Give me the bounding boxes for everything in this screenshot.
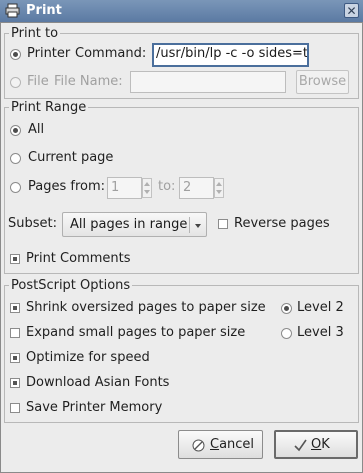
asian-fonts-checkbox[interactable] [10,378,20,388]
print-comments-label: Print Comments [26,251,131,266]
print-range-title: Print Range [9,100,89,115]
to-label: to: [158,179,176,194]
browse-button[interactable]: Browse [296,70,349,94]
print-to-title: Print to [9,26,61,41]
print-comments-checkbox[interactable] [10,254,20,264]
ok-text: OK [311,437,330,452]
level2-radio[interactable] [281,303,292,314]
level3-radio[interactable] [281,328,292,339]
file-radio[interactable] [10,77,21,88]
expand-checkbox[interactable] [10,328,20,338]
pages-from-label: Pages from: [28,179,106,194]
to-page-input[interactable]: 2 [179,177,214,199]
printer-label: Printer [27,46,71,61]
optimize-label: Optimize for speed [26,350,150,365]
reverse-pages-checkbox[interactable] [218,219,228,229]
ok-button[interactable]: OK [274,430,358,459]
subset-value: All pages in range [70,217,188,232]
level3-label: Level 3 [297,325,344,340]
expand-label: Expand small pages to paper size [26,325,246,340]
cancel-icon [192,439,205,452]
from-page-spinner[interactable] [142,178,152,198]
file-name-input[interactable] [130,71,286,93]
subset-separator [189,217,190,233]
shrink-checkbox[interactable] [10,303,20,313]
subset-label: Subset: [8,216,57,231]
save-memory-checkbox[interactable] [10,403,20,413]
file-label: File [27,74,49,89]
command-label: Command: [75,46,147,61]
printer-app-icon [5,3,20,18]
current-page-radio[interactable] [10,153,21,164]
optimize-checkbox[interactable] [10,353,20,363]
title-bar: Print ✕ [0,0,363,23]
save-memory-label: Save Printer Memory [26,400,163,415]
shrink-label: Shrink oversized pages to paper size [26,300,266,315]
all-radio[interactable] [10,125,21,136]
cancel-text: Cancel [210,437,255,452]
window-title: Print [26,3,62,18]
level2-label: Level 2 [297,300,344,315]
reverse-pages-label: Reverse pages [234,216,330,231]
close-icon[interactable]: ✕ [344,3,359,18]
checkmark-icon [294,439,307,452]
cancel-button[interactable]: Cancel [178,430,263,459]
chevron-down-icon [195,224,201,228]
printer-radio[interactable] [10,49,21,60]
to-page-spinner[interactable] [214,178,224,198]
command-input[interactable]: /usr/bin/lp -c -o sides=t [152,43,309,67]
subset-dropdown[interactable]: All pages in range [62,212,207,237]
postscript-options-title: PostScript Options [9,278,133,293]
current-page-label: Current page [28,150,114,165]
from-page-input[interactable]: 1 [107,177,142,199]
all-label: All [28,122,45,137]
asian-fonts-label: Download Asian Fonts [26,375,170,390]
file-name-label: File Name: [54,74,123,89]
pages-from-radio[interactable] [10,182,21,193]
